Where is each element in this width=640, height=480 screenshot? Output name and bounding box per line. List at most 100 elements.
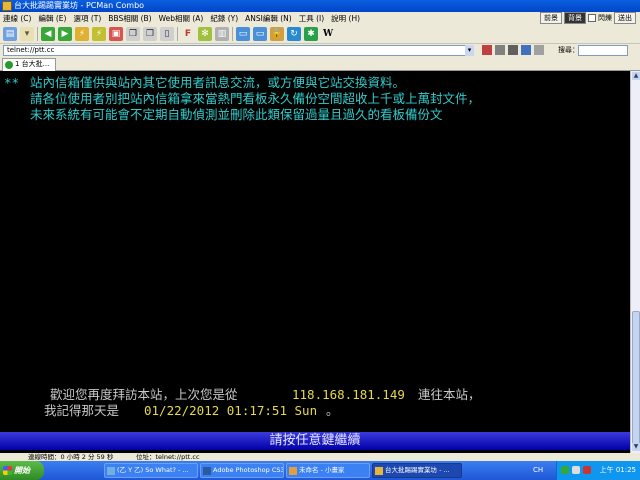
start-button[interactable]: 開始 [0,461,44,480]
paint-icon [289,467,297,475]
address-row: telnet://ptt.cc ▾ 搜尋： [0,44,640,57]
favorite-icon[interactable] [482,45,492,55]
player-icon [107,467,115,475]
scrollbar-thumb[interactable] [632,311,640,451]
terminal-screen[interactable]: ** 站內信箱僅供與站內其它使用者訊息交流，或方便與它站交換資料。 請各位使用者… [0,71,630,453]
print-icon[interactable] [508,45,518,55]
remember-end: 。 [326,403,339,418]
app-icon [2,1,12,11]
paste-all-icon[interactable]: ❐ [143,27,157,41]
menu-log[interactable]: 紀錄 (Y) [210,13,238,24]
taskbar-item-label: Adobe Photoshop CS3 ... [213,466,284,474]
window-title: 台大批踢踢實業坊 - PCMan Combo [14,1,145,10]
title-bar: 台大批踢踢實業坊 - PCMan Combo [0,0,640,12]
back-icon[interactable]: ◀ [41,27,55,41]
screen-icon[interactable]: ▭ [236,27,250,41]
blink-checkbox[interactable] [588,14,596,22]
welcome-text: 歡迎您再度拜訪本站，上次您是從 [50,387,238,402]
lock-icon[interactable]: 🔒 [270,27,284,41]
copy-icon[interactable]: ▣ [109,27,123,41]
system-tray: CH 上午 01:25 [533,461,640,480]
address-input[interactable]: telnet://ptt.cc [3,45,473,56]
welcome-suffix: 連往本站， [418,387,481,402]
window-icon[interactable]: ▭ [253,27,267,41]
forward-icon[interactable]: ▶ [58,27,72,41]
wiki-icon[interactable]: W [321,27,335,41]
tab-ptt[interactable]: 1 台大批... [2,58,56,71]
menu-web[interactable]: Web相關 (A) [159,13,204,24]
address-tools [482,45,544,55]
menu-options[interactable]: 選項 (T) [73,13,101,24]
pcman-icon [375,467,383,475]
remember-date: 01/22/2012 01:17:51 Sun [144,403,318,418]
pcman-window: 台大批踢踢實業坊 - PCMan Combo 連線 (C) 編輯 (E) 選項 … [0,0,640,480]
taskbar-item-pcman[interactable]: 台大批踢踢實業坊 - ... [372,463,462,478]
ansi-color-icon[interactable] [495,45,505,55]
connect-time: 連線時間：0 小時 2 分 59 秒 [28,453,114,461]
ansi-controls: 前景 背景 閃爍 送出 [540,12,636,24]
paste-icon[interactable]: ❐ [126,27,140,41]
disconnect-icon[interactable]: ⚡ [92,27,106,41]
document-icon[interactable]: ▯ [160,27,174,41]
menu-tools[interactable]: 工具 (I) [299,13,324,24]
chevron-down-icon[interactable]: ▾ [465,45,474,56]
font-icon[interactable]: F [181,27,195,41]
scroll-down-icon[interactable]: ▼ [632,443,640,451]
menu-edit[interactable]: 編輯 (E) [38,13,66,24]
settings-icon[interactable]: ✻ [198,27,212,41]
send-button[interactable]: 送出 [614,12,636,24]
toolbar-divider [232,27,233,41]
site-list-icon[interactable]: ▾ [20,27,34,41]
taskbar-item-paint[interactable]: 未命名 - 小畫家 [286,463,370,478]
blink-label: 閃爍 [598,14,612,22]
status-bar: 連線時間：0 小時 2 分 59 秒 位址：telnet://ptt.cc [0,453,640,461]
remember-text: 我記得那天是 [44,403,120,418]
toolbar-divider [37,27,38,41]
volume-icon[interactable] [572,466,580,474]
menu-help[interactable]: 說明 (H) [331,13,360,24]
star-icon[interactable]: ✱ [304,27,318,41]
foreground-button[interactable]: 前景 [540,12,562,24]
connected-icon [5,61,13,69]
notice-prefix: ** [4,75,20,90]
clock: 上午 01:25 [599,466,636,474]
menu-bbs[interactable]: BBS相關 (B) [108,13,151,24]
ansi-icon[interactable]: ▥ [215,27,229,41]
menu-bar: 連線 (C) 編輯 (E) 選項 (T) BBS相關 (B) Web相關 (A)… [0,12,640,25]
toolbar-divider [177,27,178,41]
connection-location: 位址：telnet://ptt.cc [136,453,200,461]
press-any-key-bar[interactable]: 請按任意鍵繼續 [0,432,630,450]
terminal-scrollbar[interactable]: ▲ ▼ [630,71,640,453]
network-icon[interactable] [561,466,569,474]
menu-connection[interactable]: 連線 (C) [3,13,31,24]
tool-icon[interactable] [534,45,544,55]
reconnect-icon[interactable]: ⚡ [75,27,89,41]
taskbar: 開始 (乙 Y 乙) So What? - ... Adobe Photosho… [0,461,640,480]
windows-flag-icon [3,466,12,475]
new-connection-icon[interactable]: ▤ [3,27,17,41]
search-label: 搜尋： [558,46,579,54]
tab-bar: 1 台大批... [0,57,640,71]
welcome-ip: 118.168.181.149 [292,387,405,402]
press-any-key-text: 請按任意鍵繼續 [269,433,361,448]
menu-ansi-edit[interactable]: ANSI編輯 (N) [245,13,292,24]
security-icon[interactable] [583,466,591,474]
background-button[interactable]: 背景 [564,12,586,24]
email-icon[interactable] [521,45,531,55]
notice-line-1: 站內信箱僅供與站內其它使用者訊息交流，或方便與它站交換資料。 [30,75,406,90]
input-language[interactable]: CH [533,461,543,480]
toolbar: ▤ ▾ ◀ ▶ ⚡ ⚡ ▣ ❐ ❐ ▯ F ✻ ▥ ▭ ▭ 🔒 ↻ ✱ W [0,25,640,44]
taskbar-item-photoshop[interactable]: Adobe Photoshop CS3 ... [200,463,284,478]
taskbar-item-label: (乙 Y 乙) So What? - ... [117,466,189,474]
notice-line-2: 請各位使用者別把站內信箱拿來當熱門看板永久備份空間超收上千或上萬封文件， [30,91,481,106]
start-label: 開始 [14,466,30,475]
taskbar-item-label: 未命名 - 小畫家 [299,466,345,474]
notice-line-3: 未來系統有可能會不定期自動偵測並刪除此類保留過量且過久的看板備份文 [30,107,443,122]
scroll-up-icon[interactable]: ▲ [632,72,640,80]
refresh-icon[interactable]: ↻ [287,27,301,41]
taskbar-item-label: 台大批踢踢實業坊 - ... [385,466,450,474]
photoshop-icon [203,467,211,475]
taskbar-item-music[interactable]: (乙 Y 乙) So What? - ... [104,463,198,478]
search-input[interactable] [578,45,628,56]
tab-label: 1 台大批... [15,60,50,68]
